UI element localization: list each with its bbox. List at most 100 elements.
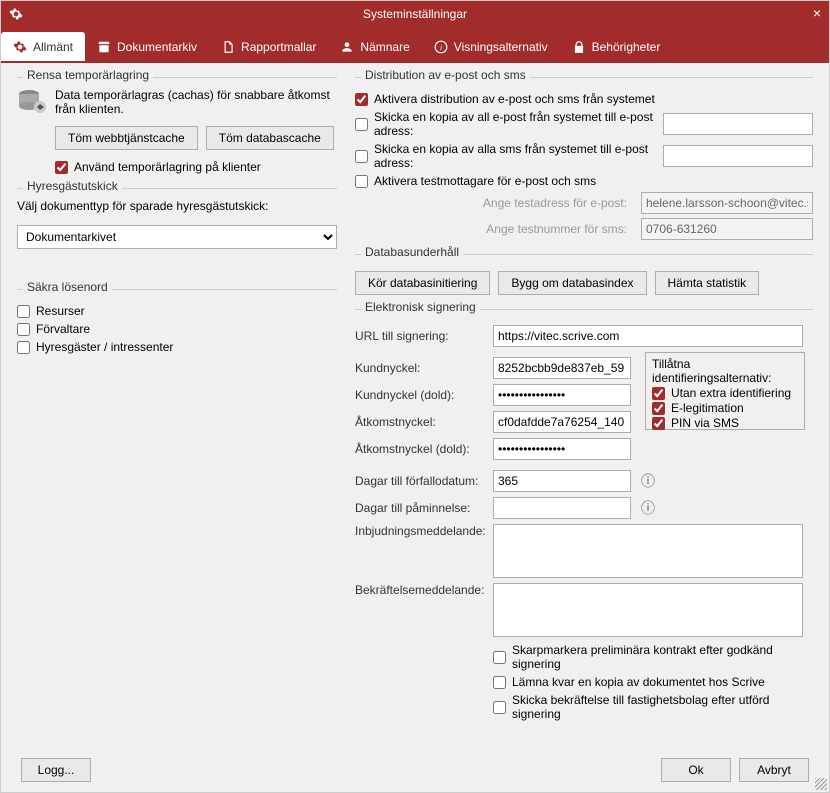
dist-test-recv-label: Aktivera testmottagare för e-post och sm… xyxy=(374,174,596,188)
esign-confirm-textarea[interactable] xyxy=(493,583,803,637)
dist-copy-email-label: Skicka en kopia av all e-post från syste… xyxy=(374,110,657,138)
secure-resources-checkbox[interactable] xyxy=(17,305,30,318)
esign-auth-options: Tillåtna identifieringsalternativ: Utan … xyxy=(645,352,805,430)
tab-namnare[interactable]: Nämnare xyxy=(328,32,421,61)
group-cache: Rensa temporärlagring Data temporärlagra… xyxy=(17,77,337,174)
esign-invite-label: Inbjudningsmeddelande: xyxy=(355,524,483,538)
tab-label: Rapportmallar xyxy=(241,40,316,54)
group-secure-passwords: Säkra lösenord Resurser Förvaltare Hyres… xyxy=(17,289,337,354)
esign-access-input[interactable] xyxy=(493,411,631,433)
tab-dokumentarkiv[interactable]: Dokumentarkiv xyxy=(85,32,209,61)
use-client-cache-label: Använd temporärlagring på klienter xyxy=(74,160,261,174)
esign-key-hidden-label: Kundnyckel (dold): xyxy=(355,388,483,402)
resize-grip[interactable] xyxy=(815,778,827,790)
cache-description: Data temporärlagras (cachas) för snabbar… xyxy=(55,88,337,116)
archive-icon xyxy=(97,40,111,54)
esign-access-hidden-label: Åtkomstnyckel (dold): xyxy=(355,442,483,456)
person-icon xyxy=(340,40,354,54)
group-legend: Säkra lösenord xyxy=(23,280,112,294)
use-client-cache-checkbox[interactable] xyxy=(55,161,68,174)
secure-resources-label: Resurser xyxy=(36,304,85,318)
auth-eleg-label: E-legitimation xyxy=(671,401,744,415)
db-stats-button[interactable]: Hämta statistik xyxy=(655,271,760,295)
secure-tenants-label: Hyresgäster / intressenter xyxy=(36,340,173,354)
dist-copy-sms-checkbox[interactable] xyxy=(355,150,368,163)
auth-eleg-checkbox[interactable] xyxy=(652,402,665,415)
esign-remind-label: Dagar till påminnelse: xyxy=(355,501,483,515)
report-icon xyxy=(221,40,235,54)
dist-copy-sms-label: Skicka en kopia av alla sms från systeme… xyxy=(374,142,657,170)
cancel-button[interactable]: Avbryt xyxy=(739,758,809,782)
ok-button[interactable]: Ok xyxy=(661,758,731,782)
lock-icon xyxy=(572,40,586,54)
tenant-doc-type-select[interactable]: Dokumentarkivet xyxy=(17,225,337,249)
tenant-send-desc: Välj dokumenttyp för sparade hyresgästut… xyxy=(17,199,337,213)
close-icon[interactable]: × xyxy=(813,5,821,21)
clear-web-cache-button[interactable]: Töm webbtjänstcache xyxy=(55,126,198,150)
group-distribution: Distribution av e-post och sms Aktivera … xyxy=(355,77,813,240)
tab-bar: Allmänt Dokumentarkiv Rapportmallar Nämn… xyxy=(1,27,829,61)
settings-icon xyxy=(9,7,23,21)
footer: Logg... Ok Avbryt xyxy=(1,758,829,782)
group-legend: Distribution av e-post och sms xyxy=(361,68,530,82)
dist-test-sms-label: Ange testnummer för sms: xyxy=(355,222,635,236)
tab-allmant[interactable]: Allmänt xyxy=(1,32,85,61)
secure-tenants-checkbox[interactable] xyxy=(17,341,30,354)
clear-db-cache-button[interactable]: Töm databascache xyxy=(206,126,334,150)
dist-test-email-input xyxy=(641,192,813,214)
secure-managers-checkbox[interactable] xyxy=(17,323,30,336)
esign-url-input[interactable] xyxy=(493,325,803,347)
db-rebuild-button[interactable]: Bygg om databasindex xyxy=(498,271,646,295)
svg-text:i: i xyxy=(440,45,442,52)
group-esign: Elektronisk signering URL till signering… xyxy=(355,309,813,721)
esign-due-label: Dagar till förfallodatum: xyxy=(355,474,483,488)
auth-pin-checkbox[interactable] xyxy=(652,417,665,430)
dist-test-email-label: Ange testadress för e-post: xyxy=(355,196,635,210)
dist-activate-checkbox[interactable] xyxy=(355,93,368,106)
esign-send-confirm-label: Skicka bekräftelse till fastighetsbolag … xyxy=(512,693,813,721)
auth-noextra-checkbox[interactable] xyxy=(652,387,665,400)
info-icon[interactable]: ⓘ xyxy=(641,498,655,518)
db-init-button[interactable]: Kör databasinitiering xyxy=(355,271,490,295)
esign-invite-textarea[interactable] xyxy=(493,524,803,578)
esign-access-label: Åtkomstnyckel: xyxy=(355,415,483,429)
info-icon: i xyxy=(434,40,448,54)
dist-test-sms-input xyxy=(641,218,813,240)
tab-label: Allmänt xyxy=(33,40,73,54)
group-db-maintenance: Databasunderhåll Kör databasinitiering B… xyxy=(355,254,813,295)
group-legend: Rensa temporärlagring xyxy=(23,68,153,82)
esign-confirm-label: Bekräftelsemeddelande: xyxy=(355,583,483,597)
info-icon[interactable]: ⓘ xyxy=(641,471,655,491)
title-bar: Systeminställningar × xyxy=(1,1,829,27)
dist-copy-email-input[interactable] xyxy=(663,113,813,135)
tab-label: Visningsalternativ xyxy=(454,40,548,54)
dist-copy-email-checkbox[interactable] xyxy=(355,118,368,131)
group-legend: Elektronisk signering xyxy=(361,300,480,314)
esign-key-hidden-input[interactable] xyxy=(493,384,631,406)
auth-noextra-label: Utan extra identifiering xyxy=(671,386,791,400)
dist-test-recv-checkbox[interactable] xyxy=(355,175,368,188)
esign-mark-prelim-checkbox[interactable] xyxy=(493,651,506,664)
dist-activate-label: Aktivera distribution av e-post och sms … xyxy=(374,92,655,106)
group-tenant-send: Hyresgästutskick Välj dokumenttyp för sp… xyxy=(17,188,337,249)
tab-label: Dokumentarkiv xyxy=(117,40,197,54)
tab-behorigheter[interactable]: Behörigheter xyxy=(560,32,673,61)
esign-access-hidden-input[interactable] xyxy=(493,438,631,460)
esign-mark-prelim-label: Skarpmarkera preliminära kontrakt efter … xyxy=(512,643,813,671)
group-legend: Databasunderhåll xyxy=(361,245,463,259)
esign-send-confirm-checkbox[interactable] xyxy=(493,701,506,714)
esign-auth-title: Tillåtna identifieringsalternativ: xyxy=(652,357,798,385)
tab-rapportmallar[interactable]: Rapportmallar xyxy=(209,32,328,61)
esign-leave-copy-checkbox[interactable] xyxy=(493,676,506,689)
tab-label: Nämnare xyxy=(360,40,409,54)
tab-label: Behörigheter xyxy=(592,40,661,54)
database-icon xyxy=(17,88,47,114)
esign-url-label: URL till signering: xyxy=(355,329,483,343)
esign-key-input[interactable] xyxy=(493,357,631,379)
group-legend: Hyresgästutskick xyxy=(23,179,122,193)
dist-copy-sms-input[interactable] xyxy=(663,145,813,167)
esign-remind-input[interactable] xyxy=(493,497,631,519)
esign-due-input[interactable] xyxy=(493,470,631,492)
tab-visning[interactable]: i Visningsalternativ xyxy=(422,32,560,61)
log-button[interactable]: Logg... xyxy=(21,758,91,782)
